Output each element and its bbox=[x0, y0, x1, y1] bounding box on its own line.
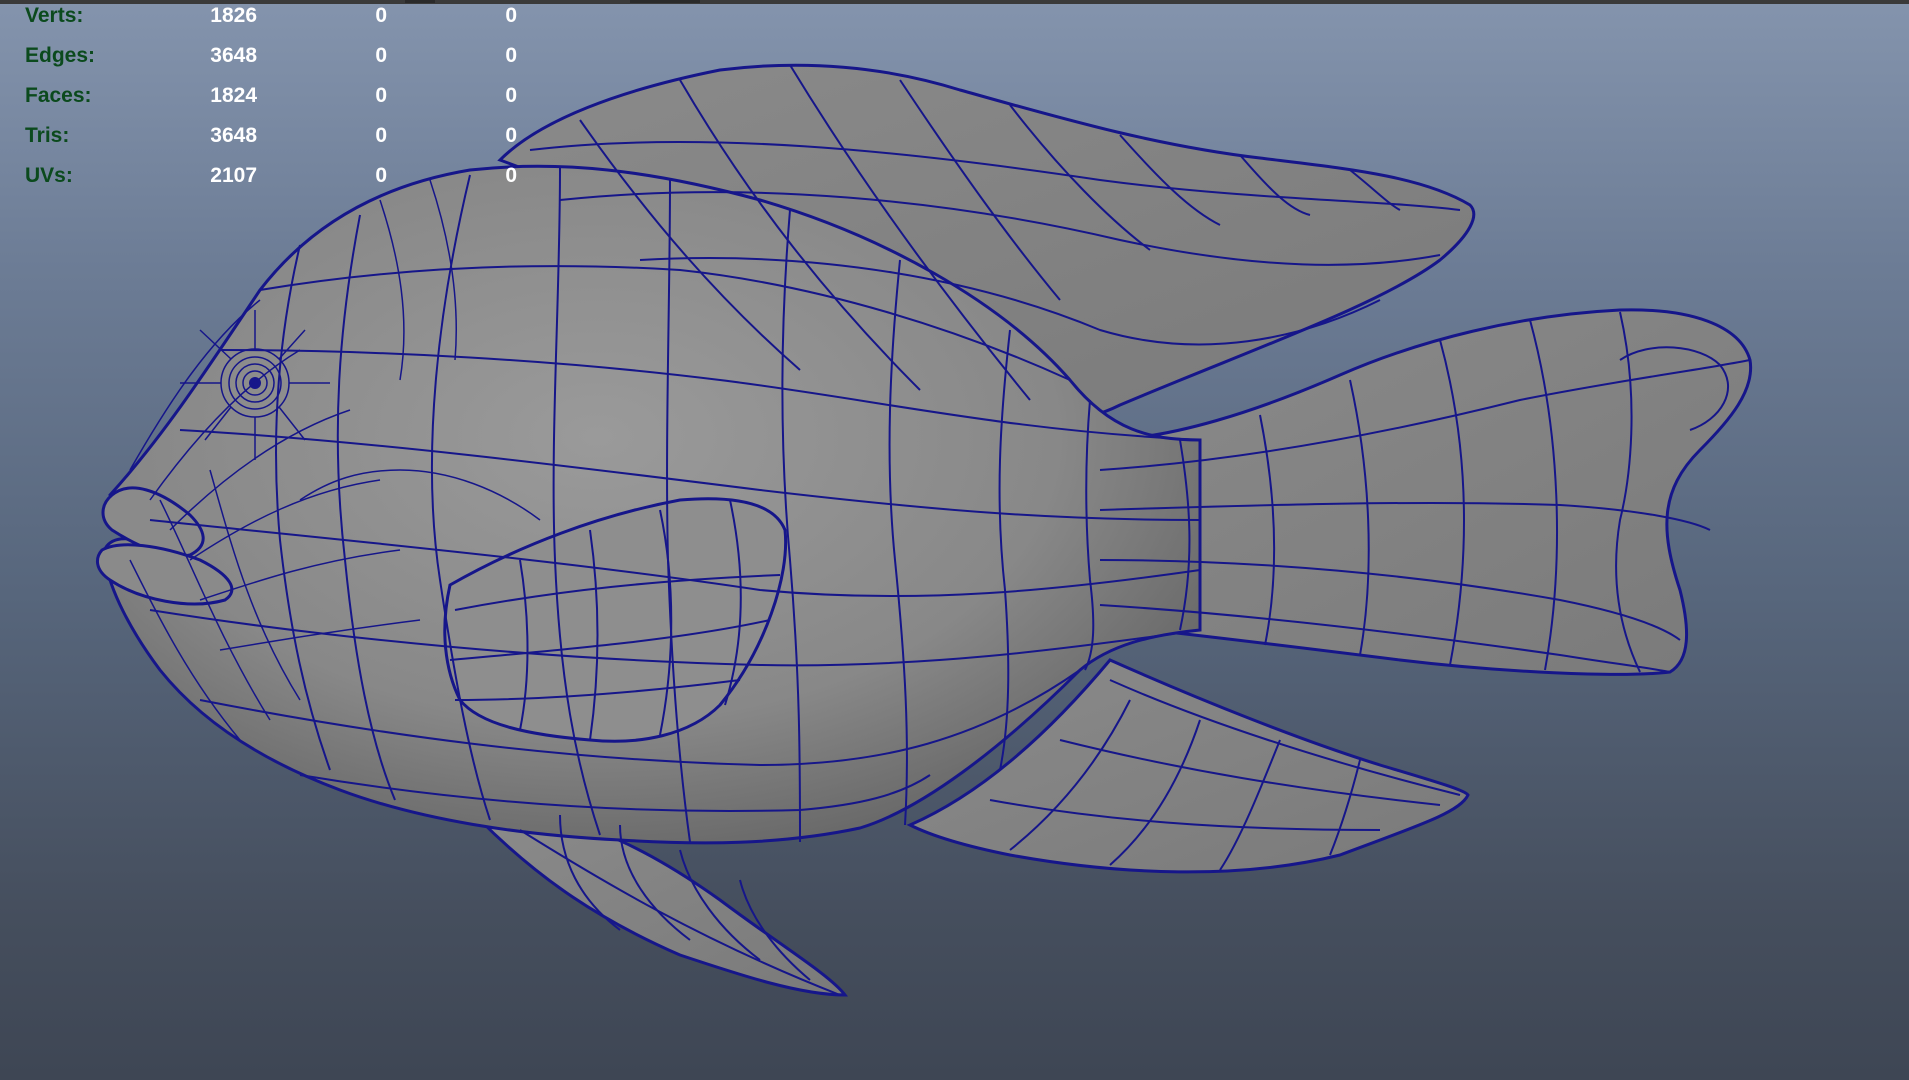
hud-value-object: 1824 bbox=[210, 84, 257, 107]
hud-row-tris: Tris: 3648 0 0 bbox=[0, 124, 560, 164]
hud-label: Verts: bbox=[25, 4, 84, 27]
hud-value-object: 3648 bbox=[210, 44, 257, 67]
hud-value-selected: 0 bbox=[375, 44, 387, 67]
hud-value-selected: 0 bbox=[375, 4, 387, 27]
hud-row-faces: Faces: 1824 0 0 bbox=[0, 84, 560, 124]
hud-value-component: 0 bbox=[505, 4, 517, 27]
hud-row-edges: Edges: 3648 0 0 bbox=[0, 44, 560, 84]
hud-value-selected: 0 bbox=[375, 164, 387, 187]
hud-label: Edges: bbox=[25, 44, 96, 67]
hud-value-object: 2107 bbox=[210, 164, 257, 187]
hud-value-object: 3648 bbox=[210, 124, 257, 147]
hud-value-selected: 0 bbox=[375, 124, 387, 147]
hud-value-component: 0 bbox=[505, 164, 517, 187]
hud-value-component: 0 bbox=[505, 84, 517, 107]
hud-value-component: 0 bbox=[505, 44, 517, 67]
hud-row-verts: Verts: 1826 0 0 bbox=[0, 4, 560, 44]
hud-row-uvs: UVs: 2107 0 0 bbox=[0, 164, 560, 204]
3d-viewport[interactable]: Verts: 1826 0 0 Edges: 3648 0 0 Faces: 1… bbox=[0, 0, 1909, 1080]
hud-value-selected: 0 bbox=[375, 84, 387, 107]
hud-value-component: 0 bbox=[505, 124, 517, 147]
hud-label: Faces: bbox=[25, 84, 92, 107]
hud-value-object: 1826 bbox=[210, 4, 257, 27]
hud-label: UVs: bbox=[25, 164, 73, 187]
poly-count-hud: Verts: 1826 0 0 Edges: 3648 0 0 Faces: 1… bbox=[0, 0, 560, 200]
hud-label: Tris: bbox=[25, 124, 70, 147]
